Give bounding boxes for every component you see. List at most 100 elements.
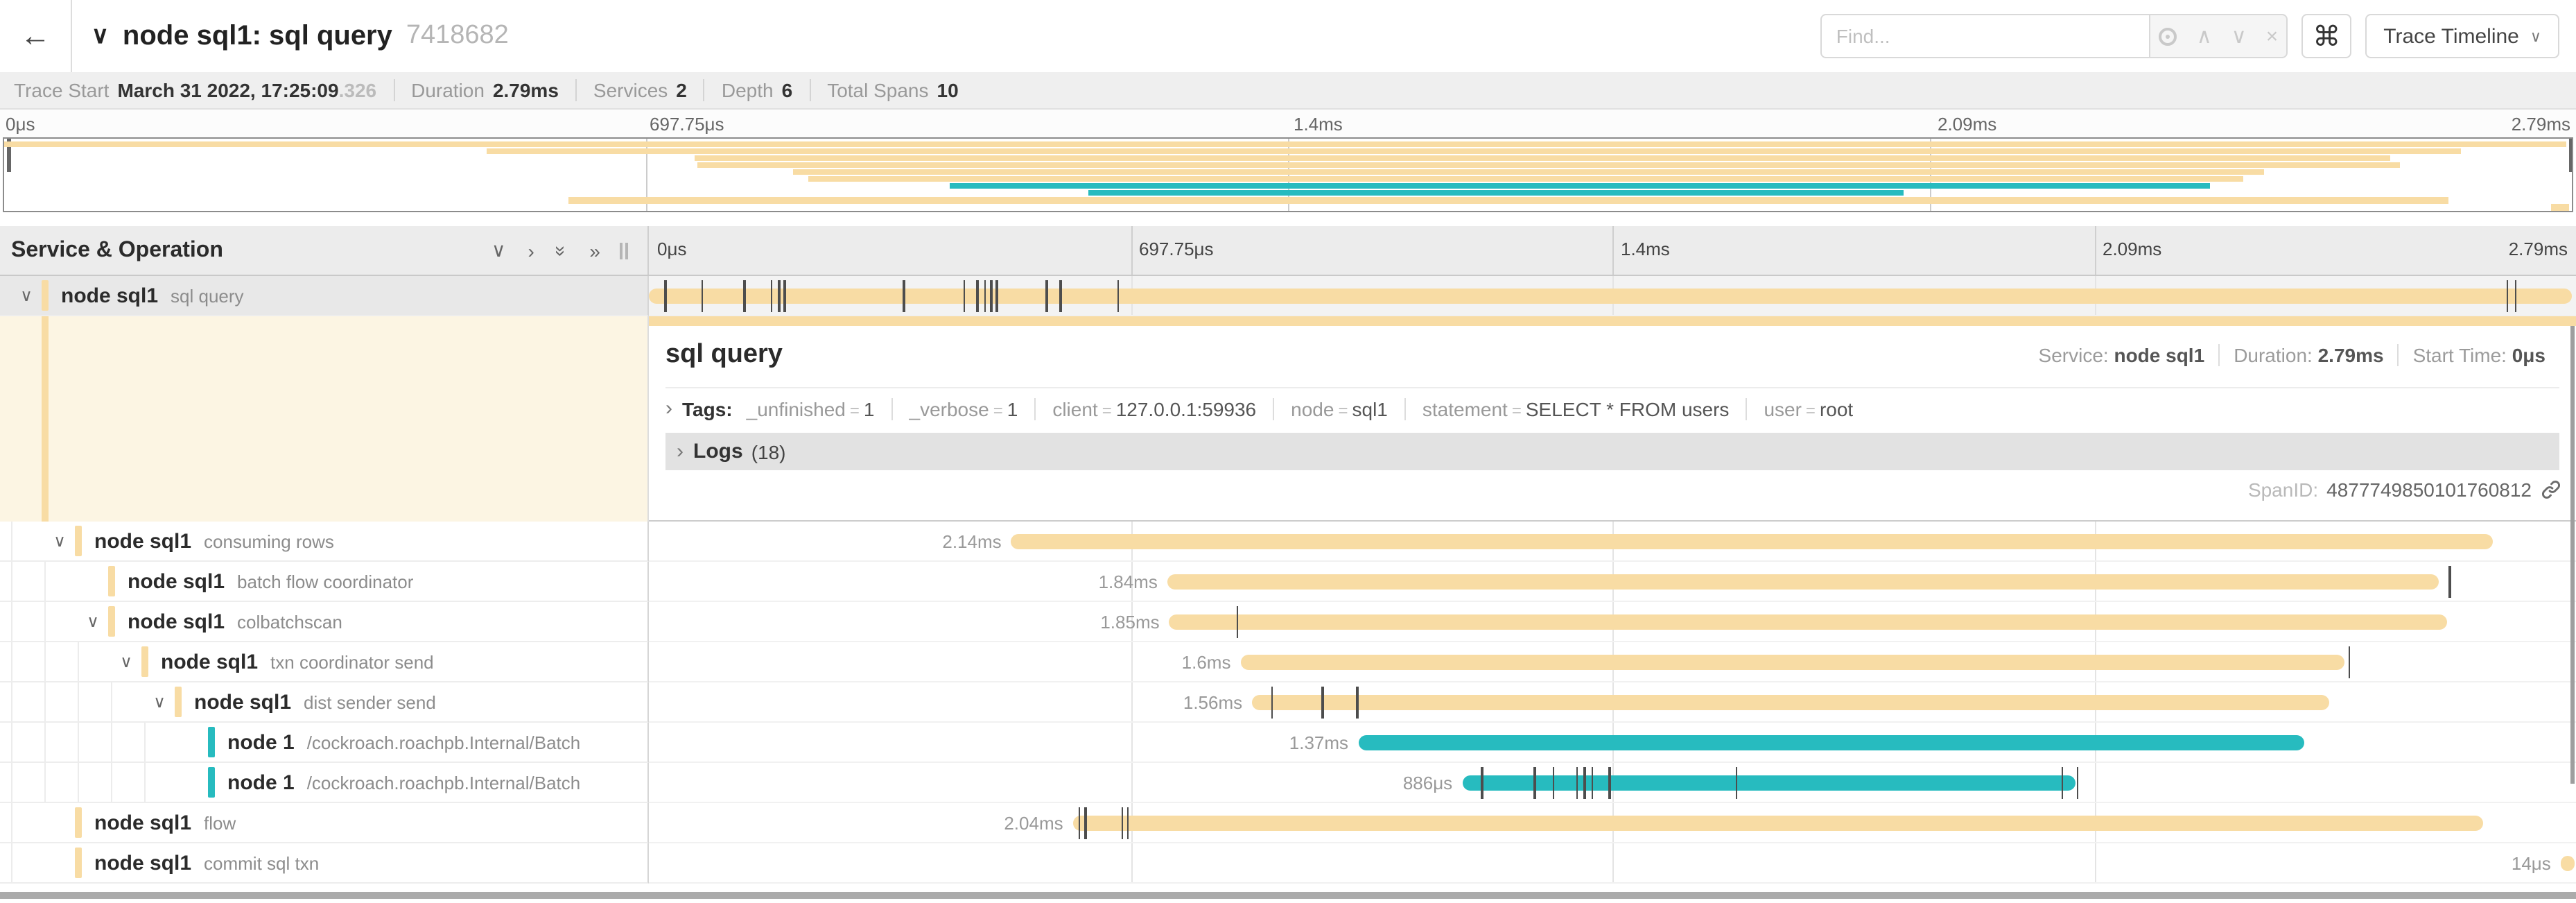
minimap-span-bar	[949, 183, 2210, 189]
trace-meta-bar: Trace Start March 31 2022, 17:25:09.326 …	[0, 72, 2576, 110]
span-timeline-cell[interactable]: 1.84ms	[649, 562, 2576, 602]
collapse-chevron-icon[interactable]: ∨	[144, 692, 175, 712]
service-color-accent	[175, 687, 182, 717]
span-timeline-cell[interactable]: 2.14ms	[649, 522, 2576, 562]
span-timeline-cell[interactable]: 1.56ms	[649, 682, 2576, 723]
chevron-right-icon: ›	[677, 440, 684, 463]
log-marker-tick	[2514, 280, 2516, 312]
span-bar[interactable]	[1073, 816, 2484, 831]
tree-row--cockroach-roachpb-internal-batch[interactable]: node 1/cockroach.roachpb.Internal/Batch	[0, 723, 649, 763]
log-marker-tick	[1321, 687, 1323, 719]
service-color-accent	[42, 280, 49, 311]
span-bar[interactable]	[1252, 695, 2329, 710]
indent-guide	[78, 642, 111, 681]
trace-row: node sql1batch flow coordinator1.84ms	[0, 562, 2576, 602]
tree-row-batch-flow-coordinator[interactable]: node sql1batch flow coordinator	[0, 562, 649, 602]
tree-row-txn-coordinator-send[interactable]: ∨node sql1txn coordinator send	[0, 642, 649, 682]
minimap-axis-tick: 0μs	[6, 114, 35, 135]
keyboard-shortcuts-button[interactable]: ⌘	[2301, 14, 2351, 58]
collapse-chevron-icon[interactable]: ∨	[44, 531, 75, 551]
tags-accordion[interactable]: › Tags: _unfinished=1_verbose=1client=12…	[665, 387, 2559, 420]
span-bar[interactable]	[1240, 655, 2344, 670]
service-name: node sql1	[128, 610, 225, 633]
trace-view-selector[interactable]: Trace Timeline ∨	[2365, 14, 2559, 58]
ruler-tick-label: 1.4ms	[1621, 239, 1670, 259]
tree-row-consuming-rows[interactable]: ∨node sql1consuming rows	[0, 522, 649, 562]
timeline-ruler: 0μs697.75μs1.4ms2.09ms2.79ms	[649, 226, 2576, 275]
service-color-accent	[75, 848, 82, 878]
indent-guide	[11, 803, 44, 842]
back-button[interactable]: ←	[0, 0, 72, 72]
minimap-canvas[interactable]	[3, 137, 2573, 212]
title-collapse-icon[interactable]: ∨	[92, 22, 109, 50]
span-timeline-cell[interactable]: 1.85ms	[649, 602, 2576, 642]
timeline-gridline	[2094, 843, 2096, 882]
span-detail-row: sql query Service: node sql1 Duration: 2…	[0, 316, 2576, 522]
tree-row--cockroach-roachpb-internal-batch[interactable]: node 1/cockroach.roachpb.Internal/Batch	[0, 763, 649, 803]
operation-name: colbatchscan	[237, 611, 342, 632]
span-timeline-cell[interactable]: 1.37ms	[649, 723, 2576, 763]
log-marker-tick	[2062, 767, 2064, 799]
collapse-chevron-icon[interactable]: ∨	[111, 652, 141, 671]
ruler-tick-label: 2.79ms	[2509, 239, 2568, 259]
collapse-chevron-icon[interactable]: ∨	[11, 286, 42, 305]
operation-name: /cockroach.roachpb.Internal/Batch	[307, 772, 581, 793]
log-marker-tick	[1237, 606, 1239, 638]
log-marker-tick	[990, 280, 992, 312]
logs-accordion[interactable]: › Logs (18)	[665, 433, 2559, 470]
span-timeline-cell[interactable]	[649, 276, 2576, 316]
ruler-hairline	[1612, 226, 1614, 275]
span-bar[interactable]	[1167, 574, 2439, 590]
minimap-span-bar	[487, 148, 2461, 154]
next-result-icon[interactable]: ∨	[2231, 26, 2247, 46]
span-timeline-cell[interactable]: 14μs	[649, 843, 2576, 884]
tag-item: client=127.0.0.1:59936	[1034, 397, 1273, 420]
tree-row-sql-query[interactable]: ∨node sql1sql query	[0, 276, 649, 316]
minimap-span-bar	[4, 141, 2567, 147]
find-input[interactable]	[1821, 14, 2150, 58]
log-marker-tick	[1084, 807, 1086, 839]
indent-guide	[44, 763, 78, 802]
collapse-chevron-icon[interactable]: ∨	[78, 612, 108, 631]
horizontal-scrollbar[interactable]	[0, 892, 2576, 899]
span-bar[interactable]	[2561, 856, 2574, 871]
tree-row-commit-sql-txn[interactable]: node sql1commit sql txn	[0, 843, 649, 884]
minimap-axis-tick: 2.09ms	[1938, 114, 1996, 135]
top-controls: ∧ ∨ × ⌘ Trace Timeline ∨	[1821, 14, 2559, 58]
log-marker-tick	[1591, 767, 1593, 799]
tree-row-dist-sender-send[interactable]: ∨node sql1dist sender send	[0, 682, 649, 723]
prev-result-icon[interactable]: ∧	[2197, 26, 2212, 46]
service-name: node sql1	[128, 569, 225, 593]
minimap-right-handle[interactable]	[2568, 139, 2572, 172]
log-marker-tick	[2349, 646, 2351, 678]
clear-search-icon[interactable]: ×	[2266, 26, 2279, 46]
span-timeline-cell[interactable]: 886μs	[649, 763, 2576, 803]
collapse-one-icon[interactable]: ∨	[491, 239, 506, 262]
minimap-span-bar	[808, 176, 2243, 182]
log-marker-tick	[778, 280, 780, 312]
vertical-scrollbar[interactable]	[2570, 326, 2575, 784]
span-timeline-cell[interactable]: 1.6ms	[649, 642, 2576, 682]
span-bar[interactable]	[649, 289, 2572, 304]
tree-row-colbatchscan[interactable]: ∨ node sql1 colbatchscan	[0, 602, 649, 642]
service-name: node 1	[227, 771, 295, 794]
span-bar[interactable]	[1169, 614, 2447, 630]
span-duration-label: 2.14ms	[942, 531, 1001, 552]
indent-guide	[44, 682, 78, 721]
log-marker-tick	[1608, 767, 1610, 799]
indent-guide	[11, 642, 44, 681]
expand-one-icon[interactable]: ›	[528, 239, 534, 261]
column-resizer-handle[interactable]	[620, 242, 634, 259]
span-bar[interactable]	[1358, 735, 2304, 750]
span-detail-meta: Service: node sql1 Duration: 2.79ms Star…	[2025, 344, 2559, 366]
span-timeline-cell[interactable]: 2.04ms	[649, 803, 2576, 843]
collapse-all-icon[interactable]: »	[551, 245, 573, 256]
tree-row-flow[interactable]: node sql1flow	[0, 803, 649, 843]
expand-all-icon[interactable]: »	[589, 239, 600, 261]
match-highlight-icon[interactable]	[2159, 27, 2177, 45]
log-marker-tick	[995, 280, 998, 312]
indent-guide	[44, 562, 78, 601]
link-icon[interactable]	[2540, 479, 2562, 501]
span-bar[interactable]	[1011, 534, 2494, 549]
span-detail-tree-backdrop	[0, 316, 649, 522]
